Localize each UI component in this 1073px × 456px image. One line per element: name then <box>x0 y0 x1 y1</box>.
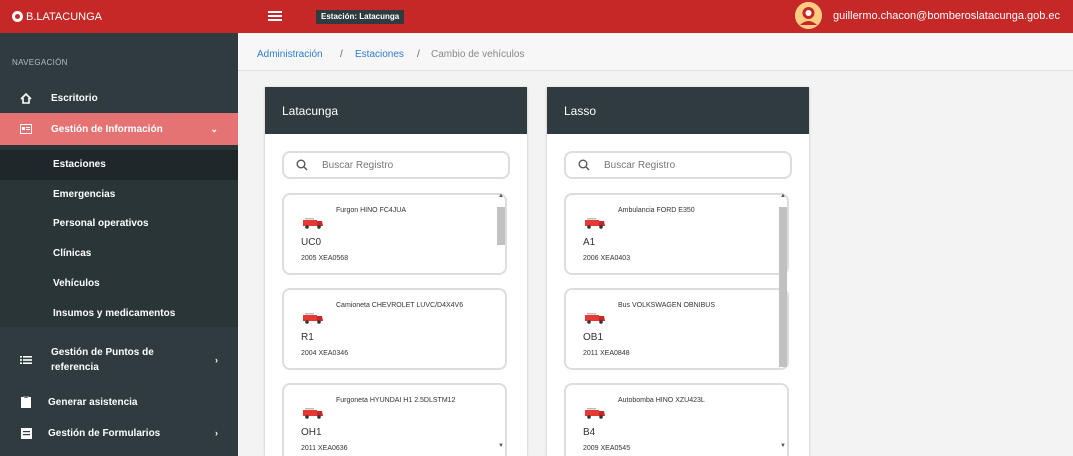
vehicle-card[interactable]: Autobomba HINO XZU423L B4 2009 XEA0545 <box>564 383 789 456</box>
fire-truck-icon <box>585 408 605 419</box>
logo-icon <box>12 11 23 22</box>
top-bar: B.LATACUNGA Estación: Latacunga guillerm… <box>0 0 1073 33</box>
vehicle-list-scrollbar[interactable]: ▲ ▼ <box>497 193 505 449</box>
scroll-down-icon[interactable]: ▼ <box>498 443 504 449</box>
vehicle-card[interactable]: Furgoneta HYUNDAI H1 2.5DLSTM12 OH1 2011… <box>282 383 507 456</box>
vehicle-code: A1 <box>583 237 596 248</box>
sidebar-item-label: Gestión de Información <box>51 123 163 135</box>
submenu-item-estaciones[interactable]: Estaciones <box>0 150 238 180</box>
user-avatar[interactable] <box>795 2 822 29</box>
vehicle-title: Camioneta CHEVROLET LUVC/D4X4V6 <box>336 302 464 309</box>
fire-truck-icon <box>585 313 605 324</box>
sidebar: NAVEGACIÓN Escritorio Gestión de Informa… <box>0 33 238 456</box>
vehicle-plate: 2011 XEA0636 <box>301 445 348 452</box>
scroll-down-icon[interactable]: ▼ <box>780 443 786 449</box>
user-email[interactable]: guillermo.chacon@bomberoslatacunga.gob.e… <box>833 10 1060 22</box>
scroll-up-icon[interactable]: ▲ <box>780 193 786 199</box>
vehicle-title: Furgon HINO FC4JUA <box>336 207 407 214</box>
sidebar-item-label: Escritorio <box>51 92 98 104</box>
search-input[interactable]: Buscar Registro <box>564 151 792 179</box>
breadcrumb-separator: / <box>340 49 343 60</box>
vehicle-code: OB1 <box>583 332 604 343</box>
vehicle-title: Autobomba HINO XZU423L <box>618 397 705 404</box>
submenu-item-insumos[interactable]: Insumos y medicamentos <box>0 299 238 329</box>
panel-title: Latacunga <box>282 104 339 118</box>
submenu-item-vehiculos[interactable]: Vehículos <box>0 269 238 299</box>
vehicle-plate: 2009 XEA0545 <box>583 445 631 452</box>
submenu-item-emergencias[interactable]: Emergencias <box>0 180 238 210</box>
station-panel-lasso: Lasso Buscar Registro Ambulancia FORD E3… <box>547 87 809 456</box>
vehicle-card[interactable]: Furgon HINO FC4JUA UC0 2005 XEA0568 <box>282 193 507 275</box>
vehicle-title: Ambulancia FORD E350 <box>618 207 695 214</box>
scroll-up-icon[interactable]: ▲ <box>498 193 504 199</box>
search-placeholder: Buscar Registro <box>604 160 676 171</box>
submenu-item-clinicas[interactable]: Clínicas <box>0 239 238 269</box>
panel-header: Latacunga <box>265 87 527 134</box>
panel-header: Lasso <box>547 87 809 134</box>
breadcrumb: Administración / Estaciones / Cambio de … <box>238 33 1073 71</box>
submenu-item-personal[interactable]: Personal operativos <box>0 209 238 239</box>
vehicle-card[interactable]: Ambulancia FORD E350 A1 2006 XEA0403 <box>564 193 789 275</box>
home-icon <box>20 92 32 104</box>
brand-label: B.LATACUNGA <box>26 10 102 23</box>
fire-truck-icon <box>303 408 323 419</box>
hamburger-menu-icon[interactable] <box>268 6 282 26</box>
avatar-icon <box>795 2 822 29</box>
breadcrumb-administracion[interactable]: Administración <box>257 49 323 60</box>
vehicle-plate: 2004 XEA0346 <box>301 350 349 357</box>
sidebar-item-label: Generar asistencia <box>48 396 138 408</box>
vehicle-code: OH1 <box>301 427 322 438</box>
vehicle-list: Ambulancia FORD E350 A1 2006 XEA0403 Bus… <box>564 193 789 456</box>
chevron-right-icon: › <box>215 355 218 365</box>
search-icon <box>578 159 590 171</box>
chevron-down-icon: ⌄ <box>210 123 218 134</box>
nav-header: NAVEGACIÓN <box>12 58 68 67</box>
id-card-icon <box>20 123 32 135</box>
station-badge: Estación: Latacunga <box>316 10 405 24</box>
vehicle-card[interactable]: Bus VOLKSWAGEN OBNIBUS OB1 2011 XEA0848 <box>564 288 789 370</box>
breadcrumb-current: Cambio de vehículos <box>431 49 525 60</box>
vehicle-list: Furgon HINO FC4JUA UC0 2005 XEA0568 Cami… <box>282 193 507 456</box>
search-placeholder: Buscar Registro <box>322 160 394 171</box>
vehicle-card[interactable]: Camioneta CHEVROLET LUVC/D4X4V6 R1 2004 … <box>282 288 507 370</box>
fire-truck-icon <box>585 218 605 229</box>
sidebar-item-label: Gestión de Puntos de referencia <box>51 347 154 373</box>
vehicle-plate: 2005 XEA0568 <box>301 255 349 262</box>
vehicle-code: UC0 <box>301 237 322 248</box>
vehicle-title: Bus VOLKSWAGEN OBNIBUS <box>618 302 715 309</box>
sidebar-item-escritorio[interactable]: Escritorio <box>0 87 238 109</box>
search-icon <box>296 159 308 171</box>
vehicle-code: B4 <box>583 427 596 438</box>
fire-truck-icon <box>303 313 323 324</box>
panel-title: Lasso <box>564 104 597 118</box>
sidebar-item-gestion-formularios[interactable]: Gestión de Formularios › <box>0 422 238 444</box>
chevron-right-icon: › <box>215 428 218 438</box>
fire-truck-icon <box>303 218 323 229</box>
scrollbar-thumb[interactable] <box>497 207 505 245</box>
vehicle-code: R1 <box>301 332 314 343</box>
scrollbar-thumb[interactable] <box>779 207 787 367</box>
vehicle-plate: 2006 XEA0403 <box>583 255 631 262</box>
breadcrumb-separator: / <box>417 49 420 60</box>
vehicle-plate: 2011 XEA0848 <box>583 350 630 357</box>
clipboard-icon <box>20 396 32 408</box>
sidebar-item-generar-asistencia[interactable]: Generar asistencia <box>0 391 238 413</box>
form-icon <box>20 427 32 439</box>
vehicle-list-scrollbar[interactable]: ▲ ▼ <box>779 193 787 449</box>
station-panel-latacunga: Latacunga Buscar Registro Furgon HINO FC… <box>265 87 527 456</box>
sidebar-item-gestion-informacion[interactable]: Gestión de Información ⌄ <box>0 113 238 145</box>
vehicle-title: Furgoneta HYUNDAI H1 2.5DLSTM12 <box>336 397 456 404</box>
sidebar-item-puntos-referencia[interactable]: Gestión de Puntos de referencia › <box>0 343 238 377</box>
breadcrumb-estaciones[interactable]: Estaciones <box>355 49 404 60</box>
brand[interactable]: B.LATACUNGA <box>0 0 238 33</box>
search-input[interactable]: Buscar Registro <box>282 151 510 179</box>
list-icon <box>20 354 32 366</box>
sidebar-item-label: Gestión de Formularios <box>48 427 161 439</box>
